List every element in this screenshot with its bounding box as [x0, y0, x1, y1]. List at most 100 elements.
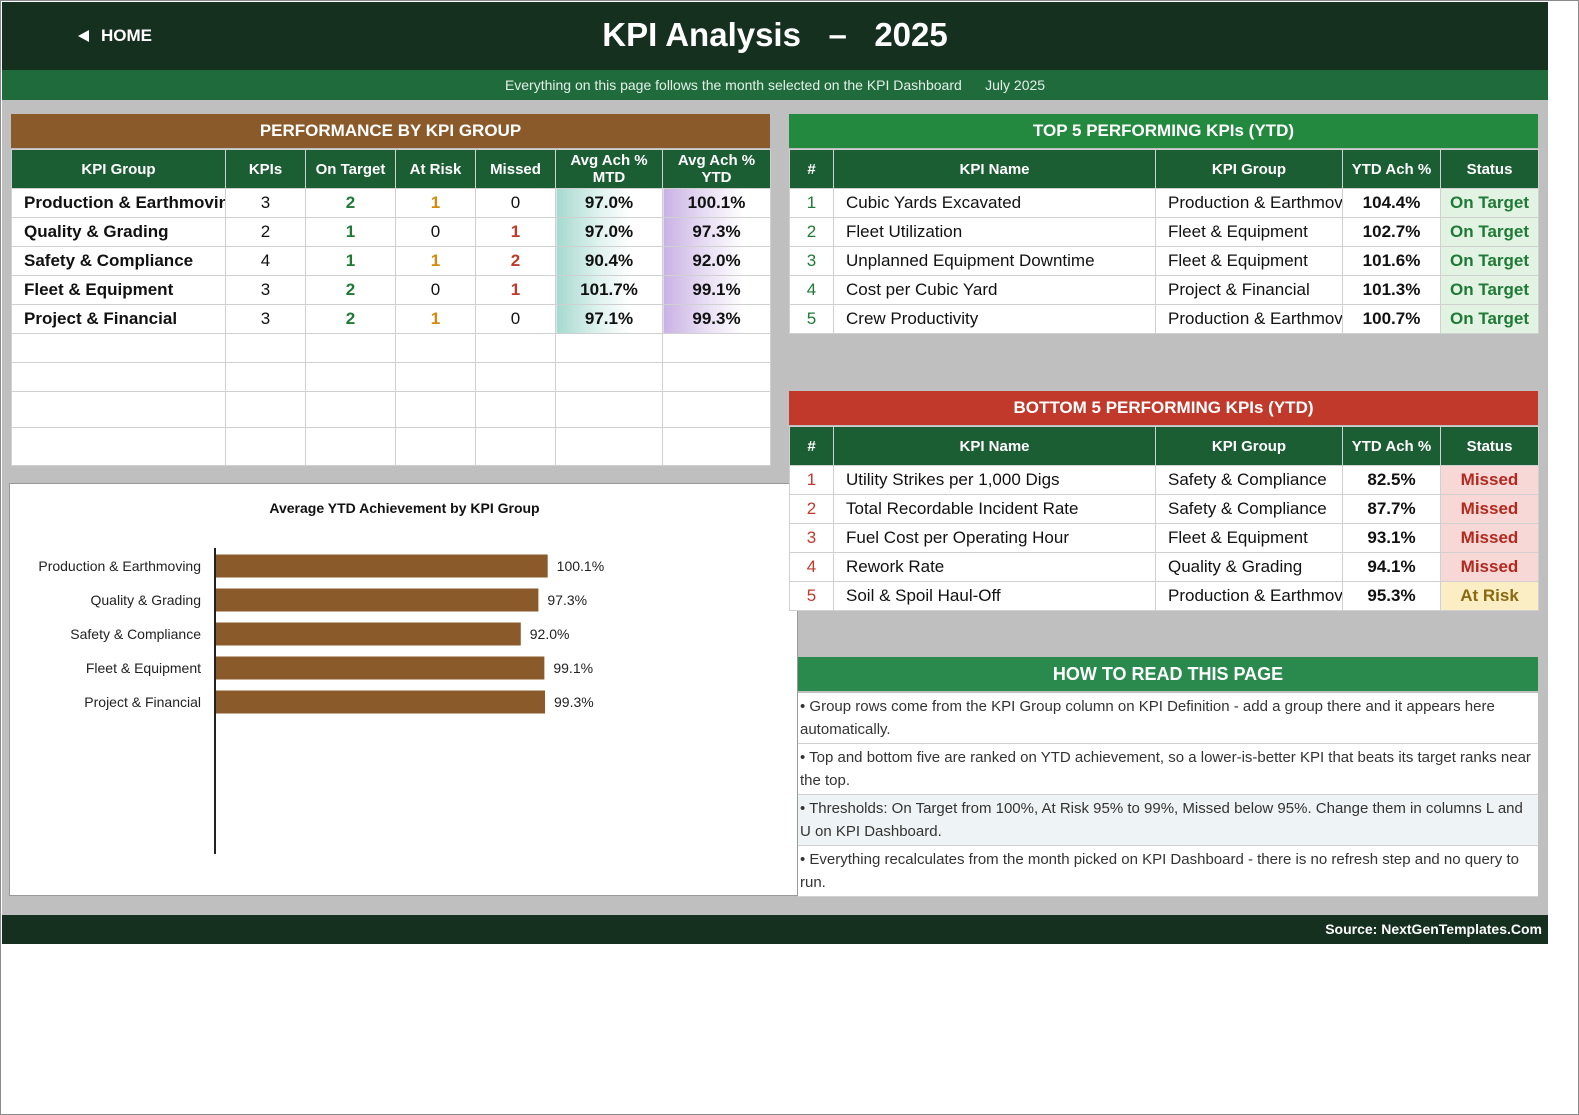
status-badge: Missed: [1440, 552, 1539, 582]
at-risk-count: 1: [395, 246, 476, 276]
ytd-ach: 104.4%: [1342, 188, 1441, 218]
table-row: 4 Cost per Cubic Yard Project & Financia…: [789, 275, 1539, 305]
empty-row: [11, 427, 771, 466]
avg-mtd: 101.7%: [555, 275, 663, 305]
col-kpis: KPIs: [225, 149, 306, 189]
kpi-name: Cost per Cubic Yard: [833, 275, 1156, 305]
col-rank: #: [789, 149, 834, 189]
kpi-name: Fleet Utilization: [833, 217, 1156, 247]
howto-item: • Everything recalculates from the month…: [798, 846, 1538, 897]
avg-ytd: 99.1%: [662, 275, 771, 305]
top5-title: TOP 5 PERFORMING KPIs (YTD): [789, 114, 1538, 148]
ytd-ach: 93.1%: [1342, 523, 1441, 553]
rank: 5: [789, 304, 834, 334]
on-target-count: 2: [305, 304, 396, 334]
rank: 5: [789, 581, 834, 611]
table-row: 1 Utility Strikes per 1,000 Digs Safety …: [789, 465, 1539, 495]
table-row: Production & Earthmoving 3 2 1 0 97.0% 1…: [11, 188, 771, 218]
selected-month: July 2025: [985, 77, 1046, 93]
rank: 2: [789, 217, 834, 247]
table-row: Fleet & Equipment 3 2 0 1 101.7% 99.1%: [11, 275, 771, 305]
table-row: Project & Financial 3 2 1 0 97.1% 99.3%: [11, 304, 771, 334]
chart-category-label: Production & Earthmoving: [38, 558, 201, 574]
status-badge: On Target: [1440, 246, 1539, 276]
rank: 2: [789, 494, 834, 524]
chart-category-label: Project & Financial: [84, 694, 201, 710]
ytd-ach: 95.3%: [1342, 581, 1441, 611]
ytd-ach: 100.7%: [1342, 304, 1441, 334]
table-row: 2 Fleet Utilization Fleet & Equipment 10…: [789, 217, 1539, 247]
col-ytd-ach: YTD Ach %: [1342, 426, 1441, 466]
kpi-group: Production & Earthmoving: [1155, 581, 1343, 611]
col-at-risk: At Risk: [395, 149, 476, 189]
howto-item: • Top and bottom five are ranked on YTD …: [798, 744, 1538, 795]
on-target-count: 1: [305, 246, 396, 276]
kpi-group: Safety & Compliance: [1155, 465, 1343, 495]
chart-bar: [215, 554, 548, 578]
kpi-name: Fuel Cost per Operating Hour: [833, 523, 1156, 553]
ytd-ach: 102.7%: [1342, 217, 1441, 247]
chart-bar: [215, 656, 545, 680]
avg-ytd: 92.0%: [662, 246, 771, 276]
kpi-name: Crew Productivity: [833, 304, 1156, 334]
group-name: Production & Earthmoving: [11, 188, 226, 218]
top5-table: # KPI Name KPI Group YTD Ach % Status 1 …: [789, 149, 1539, 334]
avg-ytd: 99.3%: [662, 304, 771, 334]
rank: 4: [789, 275, 834, 305]
kpi-count: 4: [225, 246, 306, 276]
ytd-ach: 101.6%: [1342, 246, 1441, 276]
group-name: Safety & Compliance: [11, 246, 226, 276]
col-on-target: On Target: [305, 149, 396, 189]
group-table: KPI Group KPIs On Target At Risk Missed …: [11, 149, 771, 466]
howto-item: • Thresholds: On Target from 100%, At Ri…: [798, 795, 1538, 846]
kpi-group: Project & Financial: [1155, 275, 1343, 305]
avg-mtd: 97.0%: [555, 188, 663, 218]
empty-row: [11, 333, 771, 363]
kpi-count: 3: [225, 275, 306, 305]
chart-value-label: 100.1%: [557, 558, 604, 574]
group-panel-title: PERFORMANCE BY KPI GROUP: [11, 114, 770, 148]
table-row: 2 Total Recordable Incident Rate Safety …: [789, 494, 1539, 524]
on-target-count: 1: [305, 217, 396, 247]
kpi-group: Fleet & Equipment: [1155, 217, 1343, 247]
howto-title: HOW TO READ THIS PAGE: [798, 657, 1538, 691]
col-avg-ytd: Avg Ach % YTD: [662, 149, 771, 189]
status-badge: At Risk: [1440, 581, 1539, 611]
table-row: 3 Unplanned Equipment Downtime Fleet & E…: [789, 246, 1539, 276]
kpi-group: Fleet & Equipment: [1155, 246, 1343, 276]
page-title: KPI Analysis – 2025: [602, 16, 948, 53]
ytd-ach: 87.7%: [1342, 494, 1441, 524]
chart-svg: Production & Earthmoving 100.1% Quality & …: [38, 548, 604, 854]
bottom5-table: # KPI Name KPI Group YTD Ach % Status 1 …: [789, 426, 1539, 611]
avg-mtd: 97.0%: [555, 217, 663, 247]
kpi-group: Fleet & Equipment: [1155, 523, 1343, 553]
table-row: 3 Fuel Cost per Operating Hour Fleet & E…: [789, 523, 1539, 553]
avg-mtd: 97.1%: [555, 304, 663, 334]
col-missed: Missed: [475, 149, 556, 189]
at-risk-count: 0: [395, 217, 476, 247]
col-kpi-name: KPI Name: [833, 149, 1156, 189]
col-kpi-group: KPI Group: [1155, 426, 1343, 466]
missed-count: 2: [475, 246, 556, 276]
status-badge: Missed: [1440, 465, 1539, 495]
status-badge: Missed: [1440, 494, 1539, 524]
kpi-count: 2: [225, 217, 306, 247]
group-name: Quality & Grading: [11, 217, 226, 247]
kpi-name: Total Recordable Incident Rate: [833, 494, 1156, 524]
kpi-group: Safety & Compliance: [1155, 494, 1343, 524]
kpi-name: Soil & Spoil Haul-Off: [833, 581, 1156, 611]
chart-value-label: 92.0%: [530, 626, 570, 642]
avg-ytd: 100.1%: [662, 188, 771, 218]
col-avg-mtd: Avg Ach % MTD: [555, 149, 663, 189]
chart-category-label: Fleet & Equipment: [86, 660, 201, 676]
table-row: Quality & Grading 2 1 0 1 97.0% 97.3%: [11, 217, 771, 247]
col-rank: #: [789, 426, 834, 466]
kpi-group: Production & Earthmoving: [1155, 188, 1343, 218]
chart-value-label: 97.3%: [547, 592, 587, 608]
rank: 4: [789, 552, 834, 582]
chart-value-label: 99.1%: [553, 660, 593, 676]
table-row: 1 Cubic Yards Excavated Production & Ear…: [789, 188, 1539, 218]
header-bar: HOME KPI Analysis – 2025: [2, 2, 1548, 70]
col-status: Status: [1440, 426, 1539, 466]
kpi-count: 3: [225, 304, 306, 334]
